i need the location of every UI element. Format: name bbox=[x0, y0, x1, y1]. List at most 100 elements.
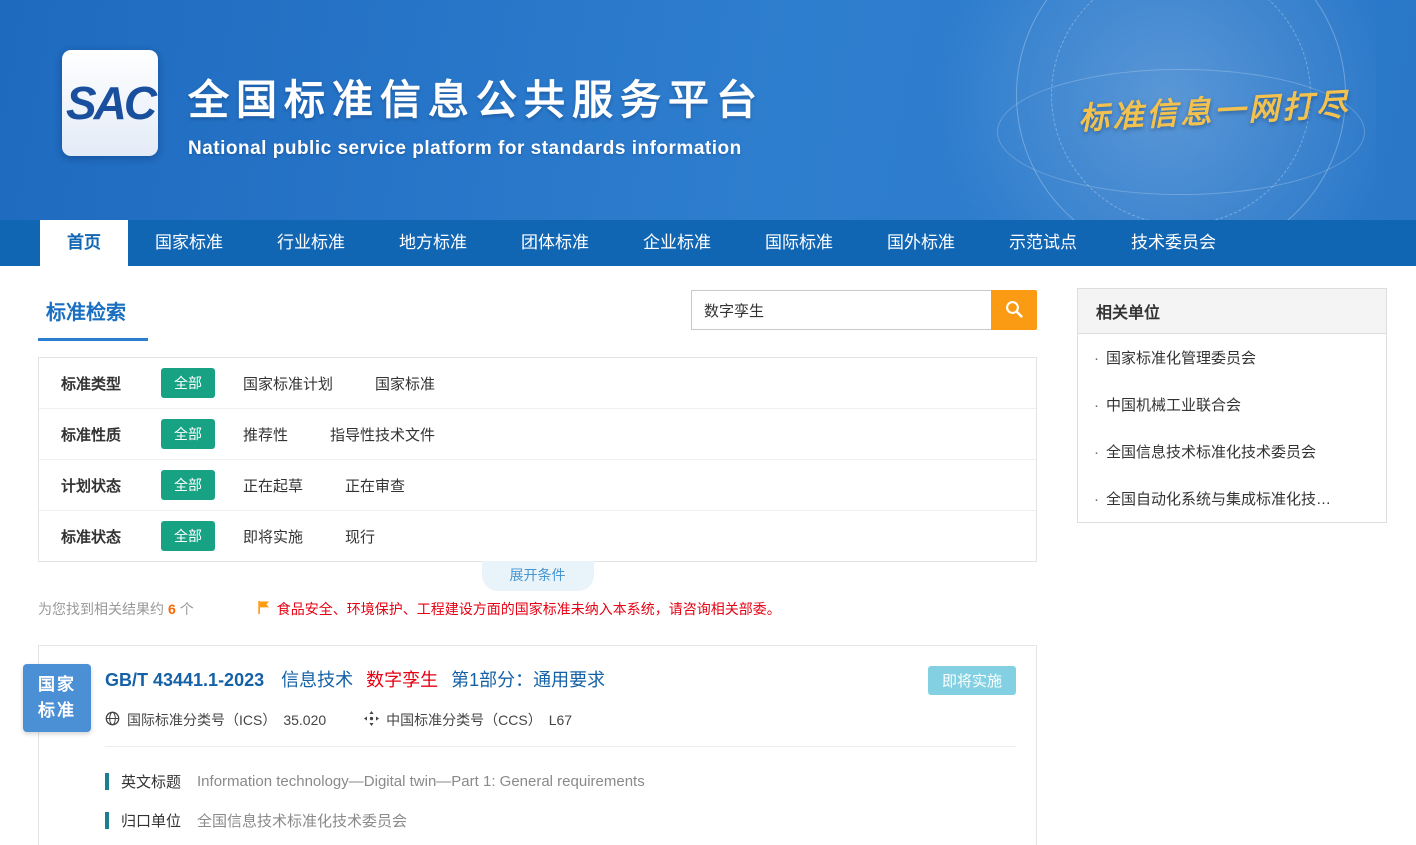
filter-row-standard-type: 标准类型 全部 国家标准计划 国家标准 bbox=[39, 358, 1036, 409]
status-badge: 即将实施 bbox=[928, 666, 1016, 695]
search-icon bbox=[1004, 299, 1024, 322]
card-body: 英文标题 Information technology—Digital twin… bbox=[39, 747, 1036, 845]
related-units-title: 相关单位 bbox=[1078, 289, 1386, 334]
badge-line1: 国家 bbox=[38, 672, 76, 698]
nav-item-foreign-standard[interactable]: 国外标准 bbox=[860, 220, 982, 266]
compass-icon bbox=[364, 711, 379, 729]
sidebar-item-it-standards-committee[interactable]: · 全国信息技术标准化技术委员会 bbox=[1078, 428, 1386, 475]
flag-icon bbox=[258, 600, 270, 618]
sidebar-item-label: 国家标准化管理委员会 bbox=[1106, 347, 1256, 368]
filter-option-current[interactable]: 现行 bbox=[345, 526, 375, 547]
filter-option-national-standard[interactable]: 国家标准 bbox=[375, 373, 435, 394]
bullet: · bbox=[1094, 397, 1099, 414]
english-title-value: Information technology—Digital twin—Part… bbox=[197, 773, 645, 790]
filter-option-upcoming[interactable]: 即将实施 bbox=[243, 526, 303, 547]
ics-meta: 国际标准分类号（ICS） 35.020 bbox=[105, 710, 326, 730]
filter-label: 标准性质 bbox=[61, 424, 161, 445]
main-area: 标准检索 标准类型 全部 国家标准计划 国家标准 bbox=[0, 266, 1416, 845]
search-box bbox=[691, 290, 1037, 330]
sac-logo-text: SAC bbox=[66, 76, 154, 130]
ics-label: 国际标准分类号（ICS） bbox=[127, 710, 276, 730]
filter-all-button[interactable]: 全部 bbox=[161, 419, 215, 449]
notice-text: 食品安全、环境保护、工程建设方面的国家标准未纳入本系统，请咨询相关部委。 bbox=[277, 599, 781, 619]
filter-row-standard-status: 标准状态 全部 即将实施 现行 bbox=[39, 511, 1036, 561]
dept-label: 归口单位 bbox=[121, 810, 181, 831]
nav-item-local-standard[interactable]: 地方标准 bbox=[372, 220, 494, 266]
nav-item-national-standard[interactable]: 国家标准 bbox=[128, 220, 250, 266]
standard-title-link[interactable]: GB/T 43441.1-2023 信息技术 数字孪生 第1部分：通用要求 bbox=[105, 666, 613, 692]
card-meta-row: 国际标准分类号（ICS） 35.020 中国标准分类号（CCS） L67 bbox=[105, 710, 1016, 747]
filter-option-guiding-technical-doc[interactable]: 指导性技术文件 bbox=[330, 424, 435, 445]
standard-code: GB/T 43441.1-2023 bbox=[105, 670, 264, 690]
expand-row: 展开条件 bbox=[38, 561, 1037, 591]
ics-value: 35.020 bbox=[283, 712, 326, 728]
nav-item-group-standard[interactable]: 团体标准 bbox=[494, 220, 616, 266]
result-summary-row: 为您找到相关结果约6个 食品安全、环境保护、工程建设方面的国家标准未纳入本系统，… bbox=[38, 599, 1037, 619]
filter-all-button[interactable]: 全部 bbox=[161, 368, 215, 398]
tab-standard-search[interactable]: 标准检索 bbox=[38, 288, 148, 341]
site-banner: SAC 全国标准信息公共服务平台 National public service… bbox=[0, 0, 1416, 220]
sidebar-item-label: 中国机械工业联合会 bbox=[1106, 394, 1241, 415]
filter-option-recommended[interactable]: 推荐性 bbox=[243, 424, 288, 445]
title-segment: 第1部分：通用要求 bbox=[451, 670, 605, 690]
filter-option-under-review[interactable]: 正在审查 bbox=[345, 475, 405, 496]
sidebar-item-label: 全国自动化系统与集成标准化技… bbox=[1106, 488, 1331, 509]
summary-prefix: 为您找到相关结果约 bbox=[38, 601, 164, 617]
search-row: 标准检索 bbox=[38, 288, 1037, 341]
related-units-panel: 相关单位 · 国家标准化管理委员会 · 中国机械工业联合会 · 全国信息技术标准… bbox=[1077, 288, 1387, 523]
nav-item-industry-standard[interactable]: 行业标准 bbox=[250, 220, 372, 266]
standard-type-badge[interactable]: 国家 标准 bbox=[23, 664, 91, 732]
filter-row-plan-status: 计划状态 全部 正在起草 正在审查 bbox=[39, 460, 1036, 511]
title-highlight-keyword: 数字孪生 bbox=[366, 670, 438, 690]
ccs-value: L67 bbox=[549, 712, 572, 728]
card-head: GB/T 43441.1-2023 信息技术 数字孪生 第1部分：通用要求 即将… bbox=[39, 646, 1036, 747]
site-subtitle: National public service platform for sta… bbox=[188, 138, 764, 160]
badge-line2: 标准 bbox=[38, 698, 76, 724]
title-segment: 信息技术 bbox=[281, 670, 353, 690]
english-title-label: 英文标题 bbox=[121, 771, 181, 792]
result-count: 6 bbox=[168, 601, 176, 617]
filter-panel: 标准类型 全部 国家标准计划 国家标准 标准性质 全部 推荐性 指导性技术文件 … bbox=[38, 357, 1037, 562]
nav-item-technical-committee[interactable]: 技术委员会 bbox=[1104, 220, 1243, 266]
expand-conditions-button[interactable]: 展开条件 bbox=[482, 561, 594, 591]
filter-all-button[interactable]: 全部 bbox=[161, 470, 215, 500]
nav-item-home[interactable]: 首页 bbox=[40, 220, 128, 266]
filter-all-button[interactable]: 全部 bbox=[161, 521, 215, 551]
sac-logo[interactable]: SAC bbox=[62, 50, 158, 156]
filter-label: 计划状态 bbox=[61, 475, 161, 496]
globe-icon bbox=[105, 711, 120, 729]
site-title-block: 全国标准信息公共服务平台 National public service pla… bbox=[188, 66, 764, 160]
nav-item-international-standard[interactable]: 国际标准 bbox=[738, 220, 860, 266]
filter-row-standard-nature: 标准性质 全部 推荐性 指导性技术文件 bbox=[39, 409, 1036, 460]
result-summary: 为您找到相关结果约6个 bbox=[38, 599, 194, 619]
filter-option-drafting[interactable]: 正在起草 bbox=[243, 475, 303, 496]
nav-item-enterprise-standard[interactable]: 企业标准 bbox=[616, 220, 738, 266]
dept-row: 归口单位 全国信息技术标准化技术委员会 bbox=[105, 810, 1016, 831]
sidebar-item-machinery-federation[interactable]: · 中国机械工业联合会 bbox=[1078, 381, 1386, 428]
search-input[interactable] bbox=[691, 290, 991, 330]
sidebar: 相关单位 · 国家标准化管理委员会 · 中国机械工业联合会 · 全国信息技术标准… bbox=[1077, 288, 1387, 845]
content-column: 标准检索 标准类型 全部 国家标准计划 国家标准 bbox=[38, 288, 1037, 845]
filter-label: 标准类型 bbox=[61, 373, 161, 394]
dept-value: 全国信息技术标准化技术委员会 bbox=[197, 810, 407, 831]
card-title-row: GB/T 43441.1-2023 信息技术 数字孪生 第1部分：通用要求 即将… bbox=[105, 666, 1016, 695]
ccs-label: 中国标准分类号（CCS） bbox=[386, 710, 542, 730]
summary-suffix: 个 bbox=[180, 601, 194, 617]
bullet: · bbox=[1094, 491, 1099, 508]
english-title-row: 英文标题 Information technology—Digital twin… bbox=[105, 771, 1016, 792]
main-nav: 首页 国家标准 行业标准 地方标准 团体标准 企业标准 国际标准 国外标准 示范… bbox=[0, 220, 1416, 266]
sidebar-item-automation-committee[interactable]: · 全国自动化系统与集成标准化技… bbox=[1078, 475, 1386, 522]
search-button[interactable] bbox=[991, 290, 1037, 330]
sidebar-item-sac[interactable]: · 国家标准化管理委员会 bbox=[1078, 334, 1386, 381]
teal-bar-decoration bbox=[105, 812, 109, 829]
teal-bar-decoration bbox=[105, 773, 109, 790]
sidebar-item-label: 全国信息技术标准化技术委员会 bbox=[1106, 441, 1316, 462]
bullet: · bbox=[1094, 444, 1099, 461]
filter-label: 标准状态 bbox=[61, 526, 161, 547]
site-title: 全国标准信息公共服务平台 bbox=[188, 66, 764, 126]
ccs-meta: 中国标准分类号（CCS） L67 bbox=[364, 710, 572, 730]
filter-option-national-plan[interactable]: 国家标准计划 bbox=[243, 373, 333, 394]
nav-item-demonstration-pilot[interactable]: 示范试点 bbox=[982, 220, 1104, 266]
system-notice: 食品安全、环境保护、工程建设方面的国家标准未纳入本系统，请咨询相关部委。 bbox=[258, 599, 781, 619]
standard-result-card: 国家 标准 GB/T 43441.1-2023 信息技术 数字孪生 第1部分：通… bbox=[38, 645, 1037, 845]
